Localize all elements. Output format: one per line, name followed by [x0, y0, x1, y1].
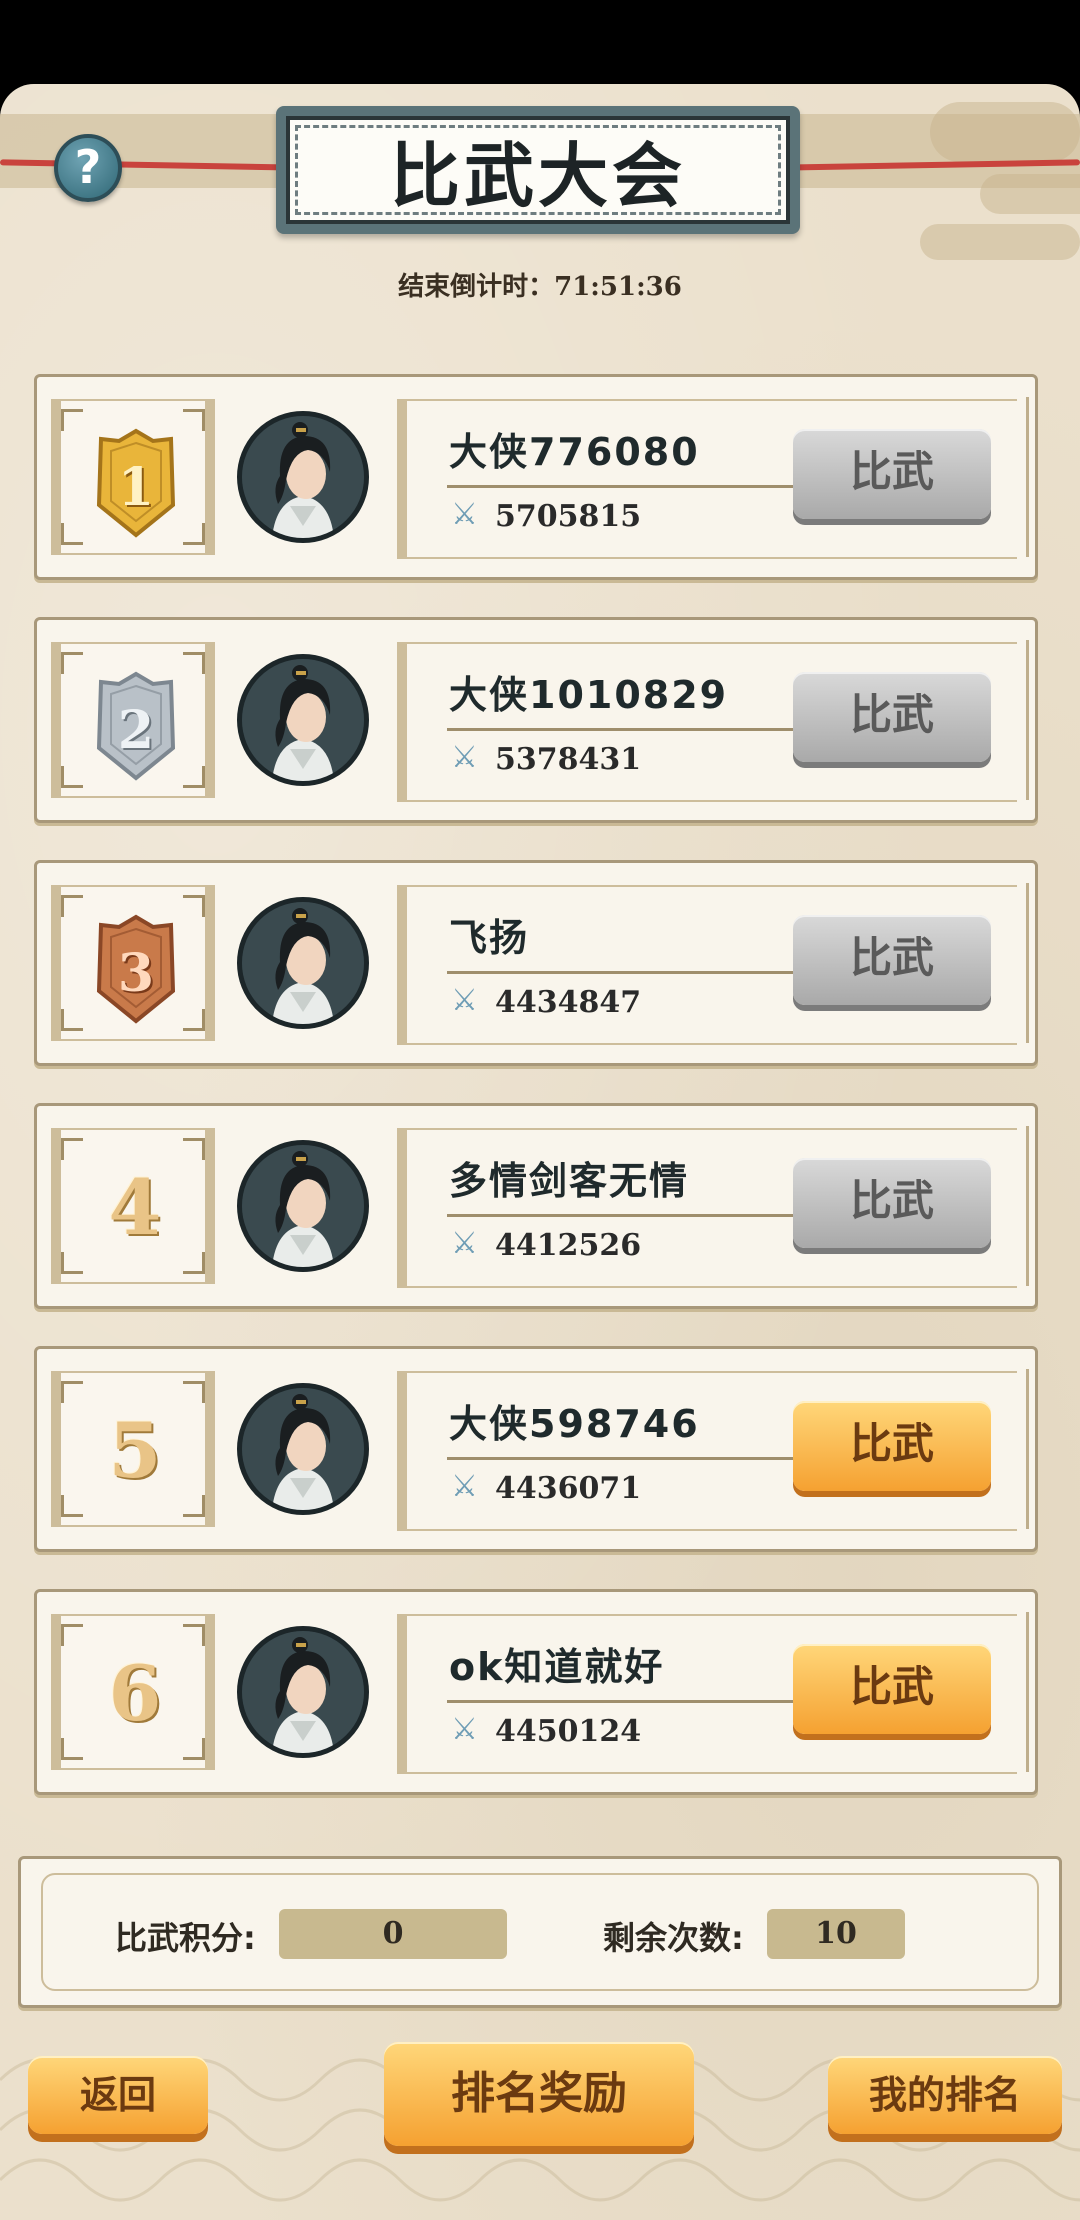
rank-row-6: 6 ok知道就好 ⚔ 4450124 比武 [34, 1589, 1038, 1795]
player-avatar[interactable] [237, 654, 369, 786]
player-avatar[interactable] [237, 1140, 369, 1272]
rank-number: 5 [108, 1406, 162, 1495]
gold-medal-icon: 1 [91, 427, 181, 539]
status-bar [0, 0, 1080, 84]
points-value: 0 [279, 1909, 507, 1959]
divider [447, 1457, 807, 1460]
question-mark-icon: ? [74, 140, 102, 194]
cloud-decoration [920, 224, 1080, 260]
rank-number: 3 [117, 943, 155, 1004]
combat-power: 4450124 [495, 1714, 642, 1749]
points-label: 比武积分: [115, 1919, 256, 1957]
player-name: 多情剑客无情 [449, 1159, 690, 1203]
rank-number: 6 [108, 1649, 162, 1738]
player-name: 大侠1010829 [449, 673, 729, 717]
challenge-button[interactable]: 比武 [793, 1401, 991, 1491]
divider [447, 728, 807, 731]
player-name: 飞扬 [449, 916, 530, 960]
rank-row-5: 5 大侠598746 ⚔ 4436071 比武 [34, 1346, 1038, 1552]
player-name: 大侠598746 [449, 1402, 700, 1446]
rank-badge-frame: 1 [51, 399, 215, 555]
divider [447, 971, 807, 974]
crossed-swords-icon: ⚔ [451, 740, 478, 775]
rank-number: 2 [117, 700, 155, 761]
player-name: ok知道就好 [449, 1645, 665, 1689]
help-button[interactable]: ? [54, 134, 122, 202]
crossed-swords-icon: ⚔ [451, 1712, 478, 1747]
page-title: 比武大会 [286, 116, 790, 224]
rank-row-1: 1 大侠776080 ⚔ 5705815 比武 [34, 374, 1038, 580]
crossed-swords-icon: ⚔ [451, 497, 478, 532]
combat-power: 5378431 [495, 742, 642, 777]
title-plaque: 比武大会 [276, 106, 800, 234]
rank-badge-frame: 4 [51, 1128, 215, 1284]
divider [447, 485, 807, 488]
combat-power: 4412526 [495, 1228, 642, 1263]
remaining-value: 10 [767, 1909, 905, 1959]
player-avatar[interactable] [237, 897, 369, 1029]
challenge-button[interactable]: 比武 [793, 915, 991, 1005]
back-button[interactable]: 返回 [28, 2056, 208, 2134]
rank-badge-frame: 5 [51, 1371, 215, 1527]
crossed-swords-icon: ⚔ [451, 1226, 478, 1261]
swordsman-portrait-icon [242, 902, 364, 1024]
rank-number: 1 [117, 457, 155, 518]
player-avatar[interactable] [237, 1383, 369, 1515]
combat-power: 5705815 [495, 499, 642, 534]
rank-row-3: 3 飞扬 ⚔ 4434847 比武 [34, 860, 1038, 1066]
crossed-swords-icon: ⚔ [451, 1469, 478, 1504]
header-band: ✕ ✕ ? 比武大会 [0, 84, 1080, 264]
swordsman-portrait-icon [242, 1631, 364, 1753]
divider [447, 1700, 807, 1703]
challenge-button[interactable]: 比武 [793, 1158, 991, 1248]
combat-power: 4436071 [495, 1471, 642, 1506]
tournament-panel: ✕ ✕ ? 比武大会 结束倒计时：71:51:36 1 大侠776080 [0, 84, 1080, 2220]
rank-rewards-button[interactable]: 排名奖励 [384, 2042, 694, 2146]
countdown-label: 结束倒计时： [398, 272, 555, 302]
swordsman-portrait-icon [242, 416, 364, 538]
rank-badge-frame: 6 [51, 1614, 215, 1770]
swordsman-portrait-icon [242, 1388, 364, 1510]
my-rank-button[interactable]: 我的排名 [828, 2056, 1062, 2134]
player-name: 大侠776080 [449, 430, 700, 474]
crossed-swords-icon: ⚔ [451, 983, 478, 1018]
swordsman-portrait-icon [242, 1145, 364, 1267]
silver-medal-icon: 2 [91, 670, 181, 782]
remaining-label: 剩余次数: [603, 1919, 744, 1957]
bronze-medal-icon: 3 [91, 913, 181, 1025]
player-avatar[interactable] [237, 1626, 369, 1758]
combat-power: 4434847 [495, 985, 642, 1020]
rank-number: 4 [108, 1163, 162, 1252]
swordsman-portrait-icon [242, 659, 364, 781]
player-avatar[interactable] [237, 411, 369, 543]
divider [447, 1214, 807, 1217]
countdown: 结束倒计时：71:51:36 [0, 266, 1080, 303]
challenge-button[interactable]: 比武 [793, 1644, 991, 1734]
cloud-decoration [930, 102, 1080, 162]
challenge-button[interactable]: 比武 [793, 429, 991, 519]
rank-row-2: 2 大侠1010829 ⚔ 5378431 比武 [34, 617, 1038, 823]
challenge-button[interactable]: 比武 [793, 672, 991, 762]
rank-row-4: 4 多情剑客无情 ⚔ 4412526 比武 [34, 1103, 1038, 1309]
cloud-decoration [980, 174, 1080, 214]
rank-badge-frame: 3 [51, 885, 215, 1041]
countdown-value: 71:51:36 [554, 272, 682, 302]
rank-badge-frame: 2 [51, 642, 215, 798]
